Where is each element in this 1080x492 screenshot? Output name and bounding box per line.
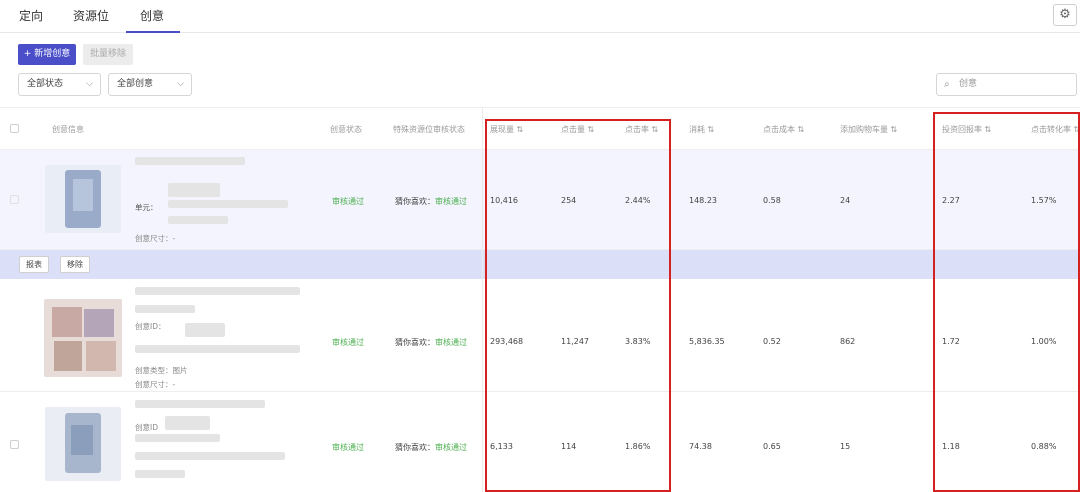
cpc-value: 0.52 xyxy=(763,337,781,346)
tab-creatives[interactable]: 创意 xyxy=(126,7,180,33)
search-input[interactable]: ⌕ 创意 xyxy=(936,73,1077,96)
creative-type: 创意类型：图片 xyxy=(135,366,188,375)
creative-thumbnail xyxy=(45,407,121,481)
highlight-box-traffic xyxy=(485,119,671,492)
audit-value: 审核通过 xyxy=(435,197,467,206)
batch-remove-button[interactable]: 批量移除 xyxy=(83,44,133,65)
cost-value: 5,836.35 xyxy=(689,337,725,346)
audit-label: 猜你喜欢： xyxy=(395,338,435,347)
select-all-checkbox[interactable] xyxy=(10,124,19,133)
cart-value: 862 xyxy=(840,337,856,346)
report-button[interactable]: 报表 xyxy=(19,256,49,273)
creative-id: 创意ID： xyxy=(135,322,166,331)
search-icon: ⌕ xyxy=(944,79,950,90)
creative-unit: 单元： xyxy=(135,203,158,212)
header-audit: 特殊资源位审核状态 xyxy=(393,125,465,134)
cart-value: 15 xyxy=(840,442,851,451)
audit-value: 审核通过 xyxy=(435,338,467,347)
audit-status: 猜你喜欢：审核通过 xyxy=(395,196,467,207)
cpc-value: 0.58 xyxy=(763,196,781,205)
creative-size: 创意尺寸：- xyxy=(135,234,176,243)
cpc-value: 0.65 xyxy=(763,442,781,451)
status-filter-select[interactable]: 全部状态 ⌵ xyxy=(18,73,101,96)
cost-value: 74.38 xyxy=(689,442,712,451)
tab-bar: 定向 资源位 创意 ⚙ xyxy=(0,0,1080,33)
header-info: 创意信息 xyxy=(52,125,84,134)
creative-status: 审核通过 xyxy=(332,338,364,347)
audit-label: 猜你喜欢： xyxy=(395,197,435,206)
cart-value: 24 xyxy=(840,196,851,205)
header-status: 创意状态 xyxy=(330,125,362,134)
header-cpc[interactable]: 点击成本 ⇅ xyxy=(763,124,804,135)
header-cost[interactable]: 消耗 ⇅ xyxy=(689,124,714,135)
creative-filter-value: 全部创意 xyxy=(117,79,154,89)
audit-label: 猜你喜欢： xyxy=(395,443,435,452)
creative-id: 创意ID xyxy=(135,423,158,432)
chevron-down-icon: ⌵ xyxy=(86,79,93,89)
settings-gear-icon[interactable]: ⚙ xyxy=(1053,4,1077,26)
tab-targeting[interactable]: 定向 xyxy=(19,7,43,33)
creative-status: 审核通过 xyxy=(332,197,364,206)
creative-thumbnail xyxy=(45,165,121,233)
header-cart[interactable]: 添加购物车量 ⇅ xyxy=(840,124,897,135)
creative-size: 创意尺寸：- xyxy=(135,380,176,389)
column-divider xyxy=(482,107,483,492)
creative-thumbnail xyxy=(44,299,122,377)
row-checkbox[interactable] xyxy=(10,440,19,449)
search-placeholder: 创意 xyxy=(959,79,978,89)
audit-status: 猜你喜欢：审核通过 xyxy=(395,337,467,348)
highlight-box-conversion xyxy=(933,112,1080,492)
remove-button[interactable]: 移除 xyxy=(60,256,90,273)
add-creative-button[interactable]: + 新增创意 xyxy=(18,44,76,65)
tab-placements[interactable]: 资源位 xyxy=(73,7,109,33)
creative-filter-select[interactable]: 全部创意 ⌵ xyxy=(108,73,192,96)
cost-value: 148.23 xyxy=(689,196,717,205)
audit-status: 猜你喜欢：审核通过 xyxy=(395,442,467,453)
status-filter-value: 全部状态 xyxy=(27,79,64,89)
audit-value: 审核通过 xyxy=(435,443,467,452)
chevron-down-icon: ⌵ xyxy=(177,79,184,89)
creative-status: 审核通过 xyxy=(332,443,364,452)
row-checkbox[interactable] xyxy=(10,195,19,204)
